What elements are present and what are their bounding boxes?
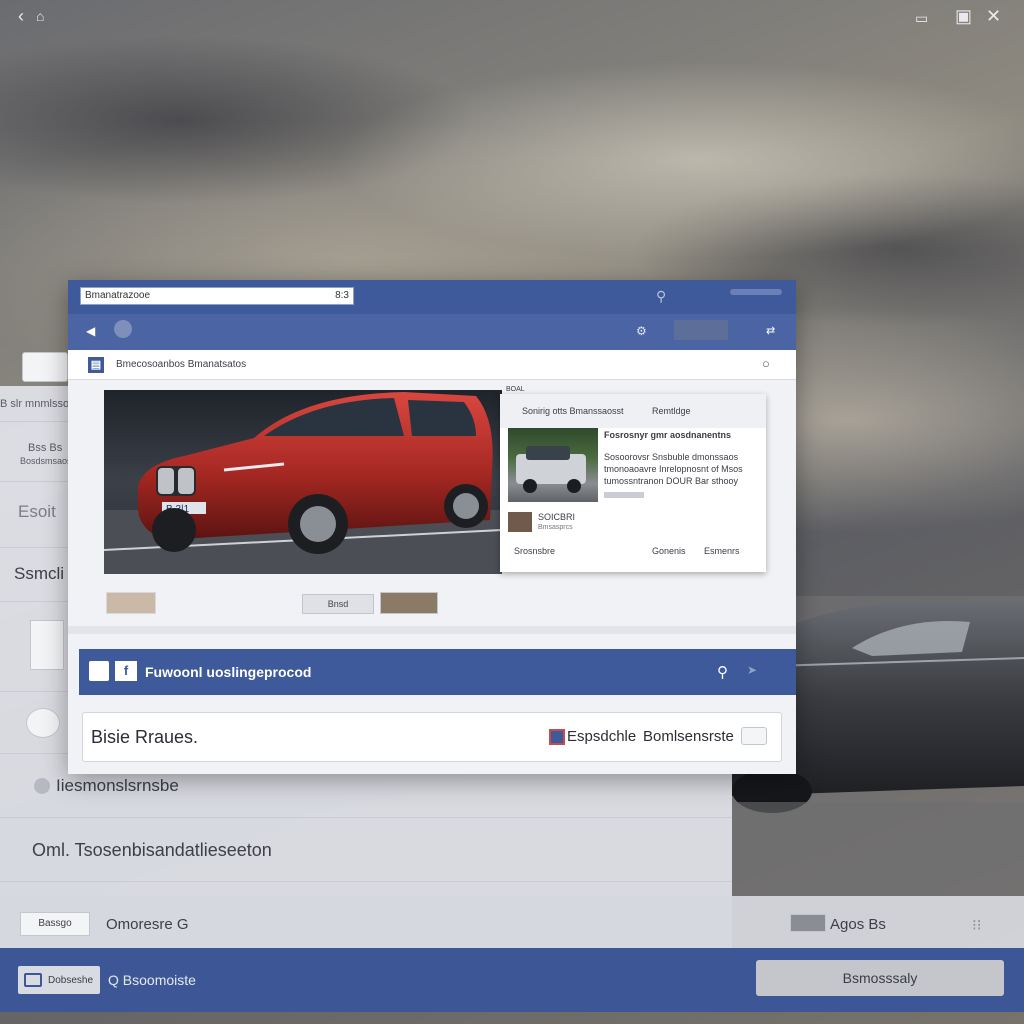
author-avatar[interactable] xyxy=(508,512,532,532)
address-bar[interactable]: Bmanatrazooe 8:3 xyxy=(80,287,354,305)
bottom-chip-label: Dobseshe xyxy=(48,974,94,986)
subbar-label: Bmecosoanbos Bmanatsatos xyxy=(116,359,247,370)
bottom-bar: Dobseshe Q Bsoomoiste Bsmosssaly xyxy=(0,948,1024,1012)
facebook-icon: f xyxy=(115,661,137,681)
post-header: BOAL Sonirig otts Bmanssaosst Remtldge xyxy=(500,386,766,428)
browser-window: Bmanatrazooe 8:3 ⚲ ◀ ⚙ ⇄ ▤ Bmecosoanbos … xyxy=(68,280,796,774)
post-header-title: Sonirig otts Bmanssaosst xyxy=(522,406,624,416)
post-title: Fosrosnyr gmr aosdnanentns xyxy=(604,430,732,440)
composer-action[interactable]: Espsdchle xyxy=(567,728,636,745)
page-logo-icon: ▤ xyxy=(88,357,104,373)
post-author[interactable]: SOICBRI xyxy=(538,512,575,522)
avatar[interactable] xyxy=(114,320,132,338)
background-tab[interactable] xyxy=(22,352,68,382)
window-navbar: ◀ ⚙ ⇄ xyxy=(68,314,796,350)
avatar[interactable] xyxy=(26,708,60,738)
page-icon xyxy=(89,661,109,681)
background-row-sublabel: Bosdsmsaos xyxy=(20,456,72,466)
bird-icon: ⌂ xyxy=(36,8,45,24)
post-body-line: Sosoorovsr Snsbuble dmonssaos xyxy=(604,452,739,462)
post-header-right[interactable]: Remtldge xyxy=(652,406,691,416)
page-subbar: ▤ Bmecosoanbos Bmanatsatos ○ xyxy=(68,350,796,380)
strip-label: Omoresre G xyxy=(106,916,189,933)
post-tag: BOAL xyxy=(506,386,525,393)
back-icon[interactable]: ◀ xyxy=(86,324,95,338)
gear-icon[interactable]: ⚙ xyxy=(636,324,647,338)
chip-label[interactable]: Bnsd xyxy=(302,594,374,614)
bottom-chip[interactable]: Dobseshe xyxy=(18,966,100,994)
strip-right-label: Agos Bs xyxy=(830,916,886,933)
red-suv-image: B 3|1 xyxy=(104,392,502,574)
composer-field[interactable]: Bisie Rraues. Espsdchle Bomlsensrste xyxy=(82,712,782,762)
strip-thumbnail[interactable] xyxy=(790,914,826,932)
bottom-label: Q Bsoomoiste xyxy=(108,972,196,988)
circle-icon xyxy=(34,778,50,794)
post-body-line: tumossntranon DOUR Bar sthooy xyxy=(604,476,739,486)
post-footer-left[interactable]: Srosnsbre xyxy=(514,546,555,556)
window-controls[interactable] xyxy=(730,289,782,295)
composer-action[interactable]: Bomlsensrste xyxy=(643,728,734,745)
background-row-label: Esoit xyxy=(18,502,56,521)
background-row-label: Ssmcli xyxy=(14,564,65,583)
background-thumbnail[interactable] xyxy=(30,620,64,670)
more-icon[interactable]: ⁝⁝ xyxy=(972,916,982,934)
menu-icon[interactable]: ⇄ xyxy=(766,324,775,337)
divider xyxy=(68,626,796,634)
background-toolbar: Bassgo Omoresre G Agos Bs ⁝⁝ xyxy=(0,896,1024,948)
window-titlebar: Bmanatrazooe 8:3 ⚲ xyxy=(68,280,796,314)
section-title: Fuwoonl uoslingeprocod xyxy=(145,664,312,680)
flag-icon xyxy=(549,729,565,745)
send-icon[interactable]: ➤ xyxy=(747,663,757,677)
minimize-icon[interactable]: ▭ xyxy=(915,8,928,28)
background-row-label: Bss Bs xyxy=(28,442,63,454)
composer-text: Bisie Rraues. xyxy=(91,727,199,747)
notification-thumbnail[interactable] xyxy=(674,320,728,340)
window-icon[interactable]: ▣ xyxy=(955,6,972,26)
post-footer-mid[interactable]: Gonenis xyxy=(652,546,686,556)
search-icon[interactable]: ⚲ xyxy=(656,288,666,305)
toggle-switch[interactable] xyxy=(741,727,767,745)
car-hero-image[interactable]: B 3|1 xyxy=(104,390,502,574)
strip-chip[interactable]: Bassgo xyxy=(20,912,90,936)
post-card[interactable]: BOAL Sonirig otts Bmanssaosst Remtldge F… xyxy=(500,386,766,572)
window-icon xyxy=(24,973,42,987)
address-number: 8:3 xyxy=(335,290,349,301)
background-row: Oml. Tsosenbisandatlieseeton xyxy=(0,818,732,882)
post-thumbnail[interactable] xyxy=(508,428,598,502)
bottom-button[interactable]: Bsmosssaly xyxy=(756,960,1004,996)
truck-image xyxy=(516,446,586,493)
background-row-label: B slr mnmlssoe xyxy=(0,398,76,410)
post-author-sub: Bmsasprcs xyxy=(538,524,573,531)
search-icon[interactable]: ⚲ xyxy=(717,663,728,681)
close-icon[interactable]: ✕ xyxy=(986,6,1001,26)
post-footer-right[interactable]: Esmenrs xyxy=(704,546,740,556)
post-divider xyxy=(604,492,644,498)
background-row-label[interactable]: Oml. Tsosenbisandatlieseeton xyxy=(32,840,272,861)
address-text: Bmanatrazooe xyxy=(85,290,151,301)
search-icon[interactable]: ○ xyxy=(762,356,770,371)
back-chevron-icon[interactable]: ‹ xyxy=(18,6,24,26)
post-body-line: tmonoaoavre Inrelopnosnt of Msos xyxy=(604,464,743,474)
system-topbar: ‹ ⌂ ▭ ▣ ✕ xyxy=(0,6,1024,30)
section-header: f Fuwoonl uoslingeprocod ⚲ ➤ xyxy=(79,649,796,695)
small-thumbnail[interactable] xyxy=(380,592,438,614)
background-row-label: Iiesmonslsrnsbe xyxy=(56,776,179,795)
small-thumbnail[interactable] xyxy=(106,592,156,614)
